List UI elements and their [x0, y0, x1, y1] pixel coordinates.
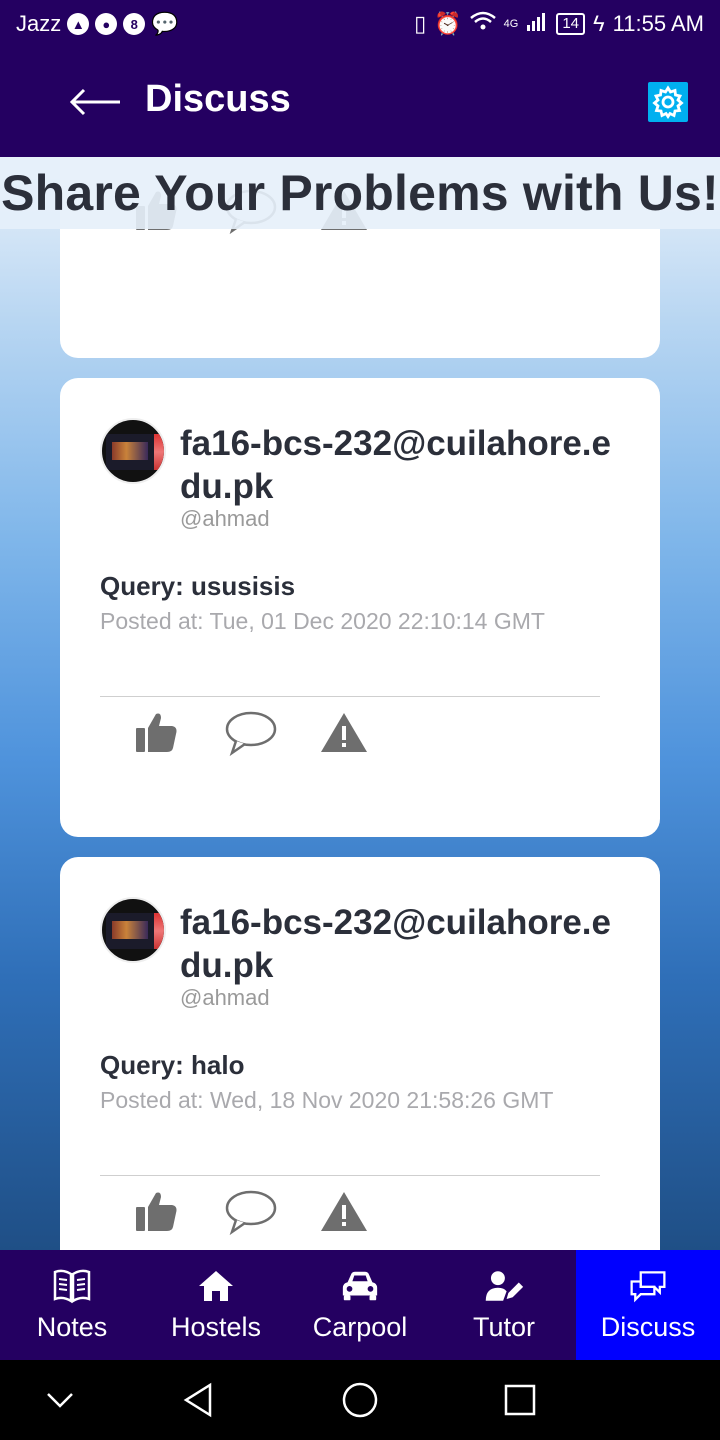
warning-icon[interactable] [319, 708, 369, 758]
bottom-nav: Notes Hostels Carpool Tutor Discuss [0, 1250, 720, 1360]
nav-item-hostels[interactable]: Hostels [144, 1250, 288, 1360]
clock: 11:55 AM [612, 11, 704, 36]
like-icon[interactable] [132, 708, 182, 758]
battery-icon: 14 [556, 13, 586, 35]
nav-item-notes[interactable]: Notes [0, 1250, 144, 1360]
chevron-down-icon[interactable] [40, 1380, 80, 1420]
user-email: fa16-bcs-232@cuilahore.edu.pk [180, 424, 611, 506]
network-type: 4G [503, 18, 519, 30]
alarm-icon: ⏰ [434, 11, 462, 36]
status-right: ▯ ⏰ 4G 14 ϟ 11:55 AM [414, 10, 704, 38]
post-actions [132, 708, 372, 758]
post-card: fa16-bcs-232@cuilahore.edu.pk @ahmad Que… [60, 378, 660, 837]
recents-square-icon[interactable] [500, 1380, 540, 1420]
warning-icon[interactable] [319, 1187, 369, 1237]
gear-icon [652, 85, 684, 119]
post-timestamp: Posted at: Wed, 18 Nov 2020 21:58:26 GMT [100, 1087, 554, 1113]
app-bar: Discuss [0, 48, 720, 157]
chat-icon [628, 1266, 668, 1306]
nav-item-carpool[interactable]: Carpool [288, 1250, 432, 1360]
book-icon [52, 1266, 92, 1306]
message-icon: 💬 [151, 11, 179, 36]
avatar-image [106, 913, 154, 949]
divider [100, 696, 600, 697]
charging-icon: ϟ [593, 11, 605, 36]
nav-item-discuss[interactable]: Discuss [576, 1250, 720, 1360]
post-query: Query: halo [100, 1050, 245, 1080]
avatar-image [106, 434, 154, 470]
user-handle: @ahmad [180, 985, 270, 1010]
avatar[interactable] [100, 418, 166, 484]
notification-icon: ▲ [67, 13, 90, 35]
battery-level: 14 [562, 15, 580, 32]
status-bar: Jazz ▲ ● 8 💬 ▯ ⏰ 4G 14 ϟ 11:55 AM [0, 0, 720, 48]
nav-label: Tutor [472, 1312, 535, 1342]
nav-label: Hostels [170, 1312, 262, 1342]
user-handle: @ahmad [180, 506, 270, 531]
nav-label: Discuss [600, 1312, 696, 1342]
status-left: Jazz ▲ ● 8 💬 [16, 11, 179, 37]
banner-text: Share Your Problems with Us! [1, 165, 719, 221]
like-icon[interactable] [132, 1187, 182, 1237]
post-actions [132, 1187, 372, 1237]
home-icon [196, 1266, 236, 1306]
avatar[interactable] [100, 897, 166, 963]
user-email: fa16-bcs-232@cuilahore.edu.pk [180, 903, 611, 985]
post-query: Query: ususisis [100, 571, 296, 601]
divider [100, 1175, 600, 1176]
comment-icon[interactable] [224, 708, 277, 758]
share-banner: Share Your Problems with Us! [0, 157, 720, 229]
back-arrow-icon[interactable] [69, 84, 122, 120]
number-notification-icon: 8 [123, 13, 146, 35]
car-icon [340, 1266, 380, 1306]
nav-label: Notes [36, 1312, 108, 1342]
nav-label: Carpool [312, 1312, 408, 1342]
home-circle-icon[interactable] [340, 1380, 380, 1420]
back-triangle-icon[interactable] [180, 1380, 220, 1420]
nav-item-tutor[interactable]: Tutor [432, 1250, 576, 1360]
tutor-icon [484, 1266, 524, 1306]
page-title: Discuss [145, 78, 291, 120]
avatar-image-side [154, 434, 164, 470]
carrier-name: Jazz [16, 11, 62, 36]
avatar-image-side [154, 913, 164, 949]
app-notification-icon: ● [95, 13, 118, 35]
settings-button[interactable] [648, 82, 688, 122]
discussion-feed[interactable]: Share Your Problems with Us! fa16-bcs-23… [0, 157, 720, 1250]
vibrate-icon: ▯ [414, 11, 427, 36]
system-nav-bar [0, 1360, 720, 1440]
post-card: fa16-bcs-232@cuilahore.edu.pk @ahmad Que… [60, 857, 660, 1250]
comment-icon[interactable] [224, 1187, 277, 1237]
wifi-icon [469, 10, 496, 38]
post-timestamp: Posted at: Tue, 01 Dec 2020 22:10:14 GMT [100, 608, 545, 634]
signal-icon [526, 11, 548, 37]
